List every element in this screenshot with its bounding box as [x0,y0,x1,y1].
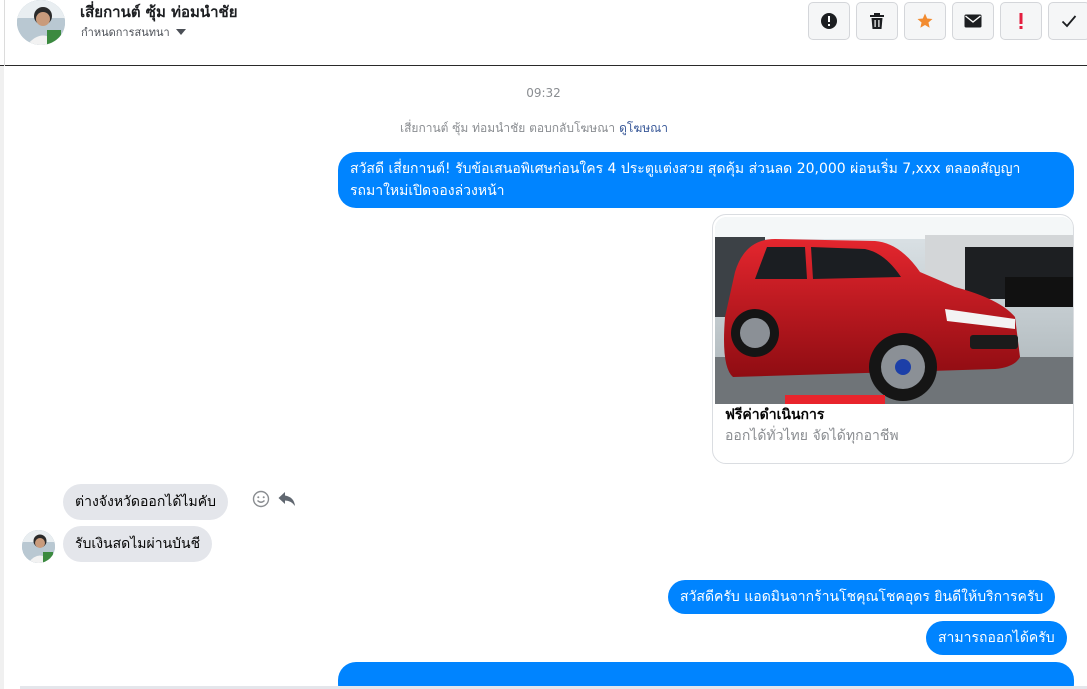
chevron-down-icon [175,29,186,35]
report-spam-button[interactable] [808,2,850,40]
assign-conversation-dropdown[interactable]: กำหนดการสนทนา [81,23,186,41]
message-text: สวัสดี เสี่ยกานต์! รับข้อเสนอพิเศษก่อนใค… [350,161,1021,177]
delete-button[interactable] [856,2,898,40]
ad-reply-text: เสี่ยกานต์ ซุ้ม ท่อมนำชัย ตอบกลับโฆษณา [400,121,616,135]
message-bubble-incoming[interactable]: ต่างจังหวัดออกได้ไมคับ [63,484,228,520]
conversation-toolbar [808,2,1087,40]
check-icon [1061,15,1077,28]
mark-done-button[interactable] [1048,2,1087,40]
mark-important-button[interactable] [1000,2,1042,40]
message-thread[interactable]: 09:32 เสี่ยกานต์ ซุ้ม ท่อมนำชัย ตอบกลับโ… [0,66,1087,689]
view-ad-link[interactable]: ดูโฆษณา [619,121,668,135]
important-icon [1019,13,1023,29]
reply-icon [278,492,295,506]
message-bubble-outgoing[interactable]: สามารถออกได้ครับ [926,621,1067,655]
ad-title: ฟรีค่าดำเนินการ [725,407,825,423]
avatar[interactable] [17,0,65,45]
reply-button[interactable] [278,491,296,511]
conversation-header: เสี่ยกานต์ ซุ้ม ท่อมนำชัย กำหนดการสนทนา [0,0,1087,66]
message-text: รถมาใหม่เปิดจองล่วงหน้า [350,183,505,199]
star-icon [917,13,933,28]
message-text: รับเงินสดไมผ่านบันชี [75,536,201,552]
messenger-conversation: เสี่ยกานต์ ซุ้ม ท่อมนำชัย กำหนดการสนทนา [0,0,1087,689]
smile-icon [252,490,270,508]
mark-unread-button[interactable] [952,2,994,40]
alert-icon [821,13,837,29]
ad-reply-notice: เสี่ยกานต์ ซุ้ม ท่อมนำชัย ตอบกลับโฆษณา ดู… [400,119,668,138]
message-text: สามารถออกได้ครับ [938,630,1055,646]
message-text: ต่างจังหวัดออกได้ไมคับ [75,494,216,510]
ad-subtitle: ออกได้ทั่วไทย จัดได้ทุกอาชีพ [725,428,899,444]
mail-icon [964,14,982,28]
assign-label: กำหนดการสนทนา [81,26,170,39]
message-bubble-incoming[interactable]: รับเงินสดไมผ่านบันชี [63,526,213,562]
react-button[interactable] [252,490,270,512]
ad-image-red-pickup [715,217,1073,404]
avatar[interactable] [22,530,55,563]
timestamp: 09:32 [526,86,561,100]
divider [4,0,5,66]
message-text: สวัสดีครับ แอดมินจากร้านโชคุณโชคอุดร ยิน… [680,589,1044,605]
message-bubble-outgoing[interactable]: สวัสดีครับ แอดมินจากร้านโชคุณโชคอุดร ยิน… [668,580,1056,614]
trash-icon [870,13,884,29]
message-bubble-outgoing-partial[interactable] [338,662,1074,689]
contact-name: เสี่ยกานต์ ซุ้ม ท่อมนำชัย [80,3,238,21]
ad-card[interactable]: ฟรีค่าดำเนินการ ออกได้ทั่วไทย จัดได้ทุกอ… [712,214,1074,464]
message-bubble-outgoing[interactable]: สวัสดี เสี่ยกานต์! รับข้อเสนอพิเศษก่อนใค… [338,152,1074,208]
message-actions [252,490,296,512]
star-button[interactable] [904,2,946,40]
